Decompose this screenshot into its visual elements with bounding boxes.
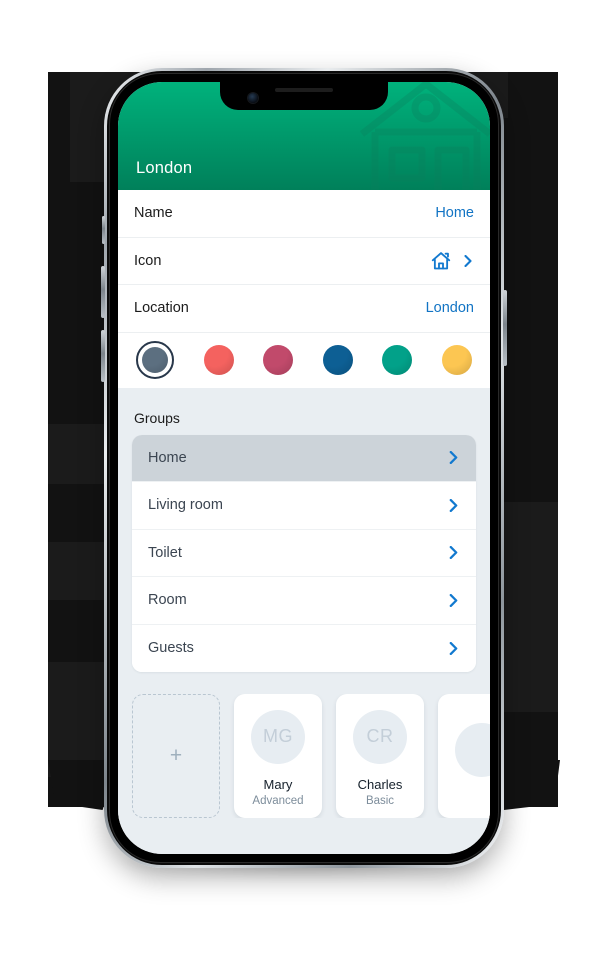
- color-dot: [441, 345, 472, 375]
- group-label: Living room: [148, 497, 223, 514]
- user-name: Charles: [357, 776, 403, 792]
- row-accessory: Home: [435, 205, 474, 221]
- user-card-charles[interactable]: CR Charles Basic: [336, 694, 424, 818]
- row-value: Home: [435, 205, 474, 222]
- screenshot-stage: London Name Home Icon Location London Gr…: [0, 0, 608, 974]
- group-label: Toilet: [148, 544, 182, 561]
- group-label: Room: [148, 592, 187, 609]
- group-row-guests[interactable]: Guests: [132, 624, 476, 672]
- color-dot: [203, 345, 234, 375]
- avatar: CR: [353, 709, 407, 764]
- color-swatch-teal[interactable]: [382, 345, 413, 375]
- row-label: Name: [134, 205, 173, 222]
- row-accessory: [430, 250, 474, 272]
- row-location[interactable]: Location London: [118, 285, 490, 333]
- row-icon[interactable]: Icon: [118, 237, 490, 285]
- user-card-mary[interactable]: MG Mary Advanced: [234, 694, 322, 818]
- groups-list: Home Living room Toilet Room Guests: [132, 434, 476, 672]
- phone-screen: London Name Home Icon Location London Gr…: [118, 82, 490, 854]
- user-name: Mary: [263, 776, 293, 792]
- color-dot: [263, 345, 294, 375]
- group-row-toilet[interactable]: Toilet: [132, 529, 476, 577]
- groups-section-title: Groups: [134, 409, 180, 426]
- app-body: Groups Home Living room Toilet Room Gues…: [118, 387, 490, 854]
- front-camera-icon: [248, 93, 258, 103]
- row-accessory: London: [426, 300, 474, 316]
- users-strip[interactable]: + MG Mary Advanced CR Charles Basic: [118, 694, 490, 818]
- chevron-right-icon: [464, 254, 472, 267]
- house-icon: [431, 251, 451, 270]
- chevron-right-icon: [449, 451, 458, 465]
- group-row-home[interactable]: Home: [132, 434, 476, 482]
- volume-down-button[interactable]: [101, 330, 105, 382]
- color-dot: [322, 345, 353, 375]
- user-role: Advanced: [252, 794, 304, 807]
- chevron-right-icon: [449, 593, 458, 607]
- color-swatch-row: [118, 332, 490, 388]
- group-label: Home: [148, 449, 187, 466]
- chevron-right-icon: [449, 546, 458, 560]
- user-card-partial[interactable]: [438, 694, 490, 818]
- phone-notch: [220, 81, 388, 110]
- volume-up-button[interactable]: [101, 266, 105, 318]
- color-dot: [382, 345, 413, 375]
- row-label: Location: [134, 300, 189, 317]
- color-swatch-yellow[interactable]: [441, 345, 472, 375]
- detail-card: Name Home Icon Location London: [118, 190, 490, 388]
- chevron-right-icon: [449, 498, 458, 512]
- page-title: London: [136, 159, 193, 177]
- color-swatch-magenta[interactable]: [263, 345, 294, 375]
- avatar: MG: [251, 709, 305, 764]
- group-row-living-room[interactable]: Living room: [132, 482, 476, 530]
- color-swatch-red[interactable]: [203, 345, 234, 375]
- color-swatch-blue[interactable]: [322, 345, 353, 375]
- power-button[interactable]: [503, 290, 507, 366]
- row-label: Icon: [134, 252, 162, 269]
- group-row-room[interactable]: Room: [132, 577, 476, 625]
- chevron-right-icon: [449, 641, 458, 655]
- color-dot: [142, 347, 168, 373]
- color-swatch-slate[interactable]: [136, 341, 174, 379]
- avatar: [455, 723, 490, 777]
- user-role: Basic: [365, 794, 395, 807]
- phone-device: London Name Home Icon Location London Gr…: [101, 68, 507, 868]
- earpiece-speaker: [275, 88, 333, 92]
- row-name[interactable]: Name Home: [118, 190, 490, 238]
- group-label: Guests: [148, 640, 194, 657]
- silent-switch[interactable]: [102, 216, 105, 244]
- add-user-button[interactable]: +: [132, 694, 220, 818]
- row-value: London: [425, 300, 474, 317]
